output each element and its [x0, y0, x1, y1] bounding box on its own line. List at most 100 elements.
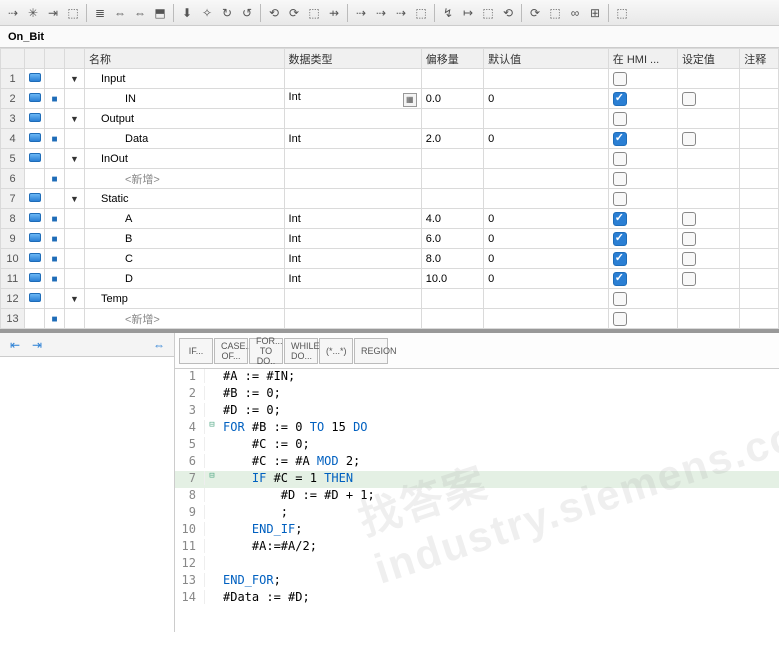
- toolbar-button[interactable]: ⟳: [526, 4, 544, 22]
- code-line[interactable]: 1#A := #IN;: [175, 369, 779, 386]
- code-line[interactable]: 7⊟ IF #C = 1 THEN: [175, 471, 779, 488]
- cell-default[interactable]: [484, 189, 609, 209]
- cell-name[interactable]: B: [85, 229, 285, 249]
- setpoint-checkbox[interactable]: [682, 252, 696, 266]
- cell-type[interactable]: [284, 109, 421, 129]
- cell-name[interactable]: <新增>: [85, 309, 285, 329]
- table-row[interactable]: 6■<新增>: [1, 169, 779, 189]
- toolbar-button[interactable]: ⇔: [131, 4, 149, 22]
- snippet-button[interactable]: REGION: [354, 338, 388, 364]
- cell-type[interactable]: [284, 309, 421, 329]
- header-type[interactable]: 数据类型: [284, 49, 421, 69]
- cell-name[interactable]: Data: [85, 129, 285, 149]
- snippet-button[interactable]: (*...*): [319, 338, 353, 364]
- cell-name[interactable]: Output: [85, 109, 285, 129]
- toolbar-button[interactable]: ⬚: [546, 4, 564, 22]
- table-row[interactable]: 5▼InOut: [1, 149, 779, 169]
- code-line[interactable]: 4⊟FOR #B := 0 TO 15 DO: [175, 420, 779, 437]
- setpoint-checkbox[interactable]: [682, 212, 696, 226]
- code-line[interactable]: 5 #C := 0;: [175, 437, 779, 454]
- code-line[interactable]: 12: [175, 556, 779, 573]
- code-line[interactable]: 13END_FOR;: [175, 573, 779, 590]
- hmi-checkbox[interactable]: [613, 112, 627, 126]
- hmi-checkbox[interactable]: [613, 292, 627, 306]
- expand-icon[interactable]: ⇔: [150, 337, 168, 353]
- toolbar-button[interactable]: ⟳: [285, 4, 303, 22]
- cell-comment[interactable]: [740, 209, 779, 229]
- toolbar-button[interactable]: ≣: [91, 4, 109, 22]
- cell-comment[interactable]: [740, 69, 779, 89]
- table-row[interactable]: 1▼Input: [1, 69, 779, 89]
- toolbar-button[interactable]: ↯: [439, 4, 457, 22]
- type-dropdown-icon[interactable]: ▦: [403, 93, 417, 107]
- cell-default[interactable]: 0: [484, 269, 609, 289]
- toolbar-button[interactable]: ⬚: [613, 4, 631, 22]
- code-line[interactable]: 10 END_IF;: [175, 522, 779, 539]
- hmi-checkbox[interactable]: [613, 172, 627, 186]
- cell-default[interactable]: [484, 69, 609, 89]
- toolbar-button[interactable]: ⇢: [392, 4, 410, 22]
- cell-name[interactable]: Static: [85, 189, 285, 209]
- cell-comment[interactable]: [740, 269, 779, 289]
- toolbar-button[interactable]: ⇥: [44, 4, 62, 22]
- snippet-button[interactable]: FOR... TO DO..: [249, 338, 283, 364]
- expand-tri-icon[interactable]: ▼: [70, 294, 80, 304]
- setpoint-checkbox[interactable]: [682, 272, 696, 286]
- hmi-checkbox[interactable]: [613, 312, 627, 326]
- cell-comment[interactable]: [740, 89, 779, 109]
- cell-type[interactable]: Int: [284, 129, 421, 149]
- cell-name[interactable]: C: [85, 249, 285, 269]
- table-row[interactable]: 7▼Static: [1, 189, 779, 209]
- cell-default[interactable]: [484, 149, 609, 169]
- header-comment[interactable]: 注释: [740, 49, 779, 69]
- cell-type[interactable]: Int: [284, 249, 421, 269]
- header-setpoint[interactable]: 设定值: [677, 49, 739, 69]
- expand-tri-icon[interactable]: ▼: [70, 154, 80, 164]
- code-line[interactable]: 8 #D := #D + 1;: [175, 488, 779, 505]
- outdent-icon[interactable]: ⇤: [6, 337, 24, 353]
- cell-type[interactable]: [284, 169, 421, 189]
- hmi-checkbox[interactable]: [613, 72, 627, 86]
- toolbar-button[interactable]: ⬇: [178, 4, 196, 22]
- hmi-checkbox[interactable]: [613, 152, 627, 166]
- hmi-checkbox[interactable]: [613, 272, 627, 286]
- code-editor[interactable]: 1#A := #IN;2#B := 0;3#D := 0;4⊟FOR #B :=…: [175, 369, 779, 632]
- toolbar-button[interactable]: ⟲: [499, 4, 517, 22]
- setpoint-checkbox[interactable]: [682, 232, 696, 246]
- cell-default[interactable]: [484, 169, 609, 189]
- toolbar-button[interactable]: ⇔: [111, 4, 129, 22]
- table-row[interactable]: 11■DInt10.00: [1, 269, 779, 289]
- cell-comment[interactable]: [740, 289, 779, 309]
- toolbar-button[interactable]: ↻: [218, 4, 236, 22]
- cell-type[interactable]: Int: [284, 209, 421, 229]
- toolbar-button[interactable]: ⬚: [64, 4, 82, 22]
- table-row[interactable]: 4■DataInt2.00: [1, 129, 779, 149]
- toolbar-button[interactable]: ⬒: [151, 4, 169, 22]
- table-row[interactable]: 8■AInt4.00: [1, 209, 779, 229]
- setpoint-checkbox[interactable]: [682, 92, 696, 106]
- snippet-button[interactable]: CASE... OF...: [214, 338, 248, 364]
- hmi-checkbox[interactable]: [613, 192, 627, 206]
- cell-type[interactable]: [284, 289, 421, 309]
- cell-default[interactable]: 0: [484, 129, 609, 149]
- cell-name[interactable]: D: [85, 269, 285, 289]
- cell-comment[interactable]: [740, 309, 779, 329]
- toolbar-button[interactable]: ⇢: [372, 4, 390, 22]
- expand-tri-icon[interactable]: ▼: [70, 74, 80, 84]
- toolbar-button[interactable]: ↺: [238, 4, 256, 22]
- snippet-button[interactable]: IF...: [179, 338, 213, 364]
- toolbar-button[interactable]: ↦: [459, 4, 477, 22]
- cell-default[interactable]: [484, 109, 609, 129]
- code-line[interactable]: 14#Data := #D;: [175, 590, 779, 607]
- cell-comment[interactable]: [740, 249, 779, 269]
- code-line[interactable]: 2#B := 0;: [175, 386, 779, 403]
- toolbar-button[interactable]: ✧: [198, 4, 216, 22]
- table-row[interactable]: 10■CInt8.00: [1, 249, 779, 269]
- hmi-checkbox[interactable]: [613, 132, 627, 146]
- snippet-button[interactable]: WHILE.. DO...: [284, 338, 318, 364]
- cell-default[interactable]: 0: [484, 209, 609, 229]
- fold-icon[interactable]: ⊟: [205, 420, 219, 430]
- cell-type[interactable]: [284, 189, 421, 209]
- fold-icon[interactable]: ⊟: [205, 471, 219, 481]
- cell-comment[interactable]: [740, 149, 779, 169]
